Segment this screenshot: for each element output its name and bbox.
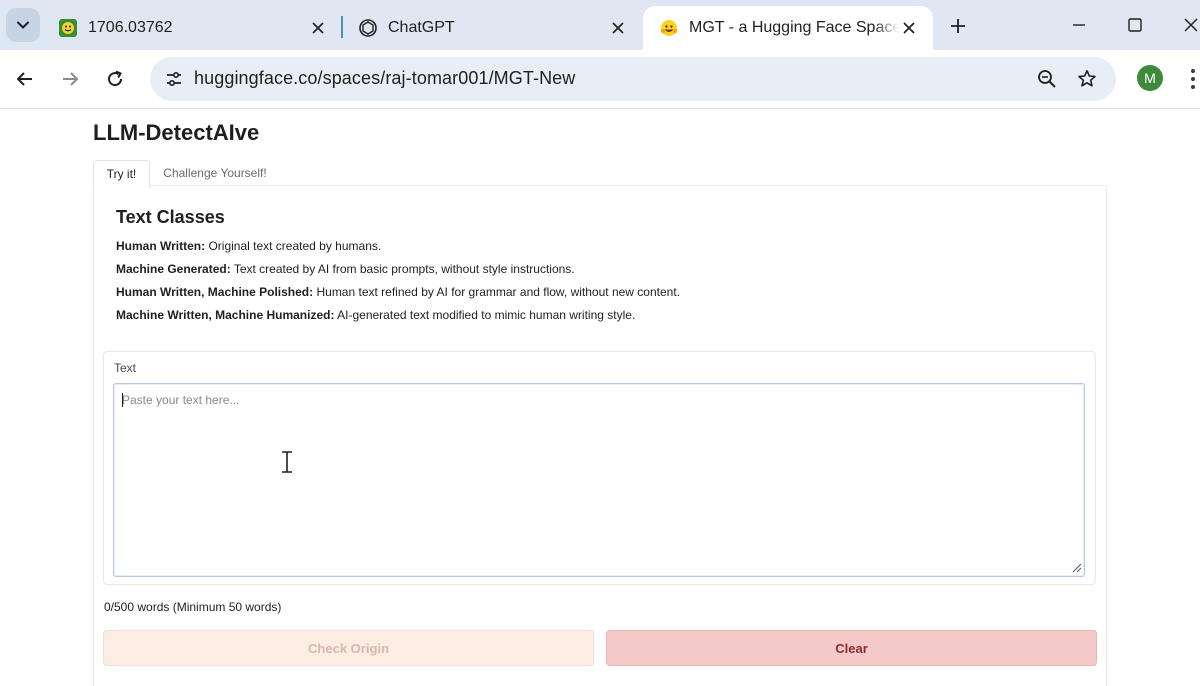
class-description: Human Written: Original text created by … xyxy=(116,239,381,253)
maximize-button[interactable] xyxy=(1120,10,1150,40)
browser-tab-arxiv[interactable]: 1706.03762 xyxy=(42,6,342,50)
minimize-icon xyxy=(1073,24,1085,26)
zoom-icon[interactable] xyxy=(1034,66,1060,92)
address-bar[interactable]: huggingface.co/spaces/raj-tomar001/MGT-N… xyxy=(150,57,1116,101)
section-title: Text Classes xyxy=(116,207,225,227)
minimize-button[interactable] xyxy=(1064,10,1094,40)
tab-try-it[interactable]: Try it! xyxy=(93,160,150,188)
browser-toolbar: huggingface.co/spaces/raj-tomar001/MGT-N… xyxy=(0,50,1200,109)
class-name: Machine Generated: xyxy=(116,262,231,276)
close-tab-icon[interactable] xyxy=(608,18,628,38)
class-desc: Original text created by humans. xyxy=(205,239,382,253)
site-info-icon[interactable] xyxy=(156,61,192,97)
class-description: Human Written, Machine Polished: Human t… xyxy=(116,285,680,299)
browser-tab-huggingface[interactable]: MGT - a Hugging Face Space by xyxy=(643,6,933,50)
class-desc: AI-generated text modified to mimic huma… xyxy=(334,308,636,322)
chevron-down-icon xyxy=(17,21,29,29)
text-cursor-icon xyxy=(282,451,292,473)
tab-search-button[interactable] xyxy=(6,8,40,42)
tab-challenge-yourself[interactable]: Challenge Yourself! xyxy=(156,160,274,186)
maximize-icon xyxy=(1128,18,1142,32)
class-desc: Human text refined by AI for grammar and… xyxy=(313,285,680,299)
clear-button[interactable]: Clear xyxy=(606,630,1097,666)
app-title: LLM-DetectAIve xyxy=(93,120,260,145)
browser-tab-strip: 1706.03762 ChatGPT MGT - a Hugging Face … xyxy=(0,0,1200,50)
bookmark-star-icon[interactable] xyxy=(1074,66,1100,92)
resize-grip-icon[interactable] xyxy=(1072,563,1082,573)
class-name: Human Written: xyxy=(116,239,206,253)
close-icon xyxy=(1184,18,1198,32)
arxiv-favicon-icon xyxy=(58,18,78,38)
reload-icon xyxy=(108,70,123,87)
browser-menu-icon[interactable] xyxy=(1186,64,1200,94)
reload-button[interactable] xyxy=(100,64,130,94)
tab-title: 1706.03762 xyxy=(88,19,173,36)
huggingface-favicon-icon xyxy=(659,18,679,38)
close-window-button[interactable] xyxy=(1176,10,1200,40)
class-desc: Text created by AI from basic prompts, w… xyxy=(230,262,575,276)
class-name: Human Written, Machine Polished: xyxy=(116,285,314,299)
class-description: Machine Written, Machine Humanized: AI-g… xyxy=(116,308,635,322)
forward-button[interactable] xyxy=(55,64,85,94)
back-button[interactable] xyxy=(10,64,40,94)
text-label: Text xyxy=(114,361,137,375)
arrow-left-icon xyxy=(17,72,32,86)
check-origin-button[interactable]: Check Origin xyxy=(103,630,594,666)
url-text[interactable]: huggingface.co/spaces/raj-tomar001/MGT-N… xyxy=(194,68,575,89)
tab-title: ChatGPT xyxy=(388,19,455,36)
close-tab-icon[interactable] xyxy=(308,18,328,38)
profile-avatar[interactable]: M xyxy=(1137,65,1163,91)
text-placeholder: Paste your text here... xyxy=(122,393,240,407)
browser-tab-chatgpt[interactable]: ChatGPT xyxy=(342,6,642,50)
class-name: Machine Written, Machine Humanized: xyxy=(116,308,335,322)
arrow-right-icon xyxy=(63,72,78,86)
new-tab-button[interactable] xyxy=(944,12,972,40)
tab-title: MGT - a Hugging Face Space by xyxy=(689,19,899,36)
class-description: Machine Generated: Text created by AI fr… xyxy=(116,262,575,276)
page-tabs: Try it! Challenge Yourself! xyxy=(93,160,1106,188)
text-input[interactable] xyxy=(113,383,1085,577)
word-count: 0/500 words (Minimum 50 words) xyxy=(104,600,282,614)
chatgpt-favicon-icon xyxy=(358,18,378,38)
plus-icon xyxy=(951,19,965,33)
close-tab-icon[interactable] xyxy=(899,18,919,38)
